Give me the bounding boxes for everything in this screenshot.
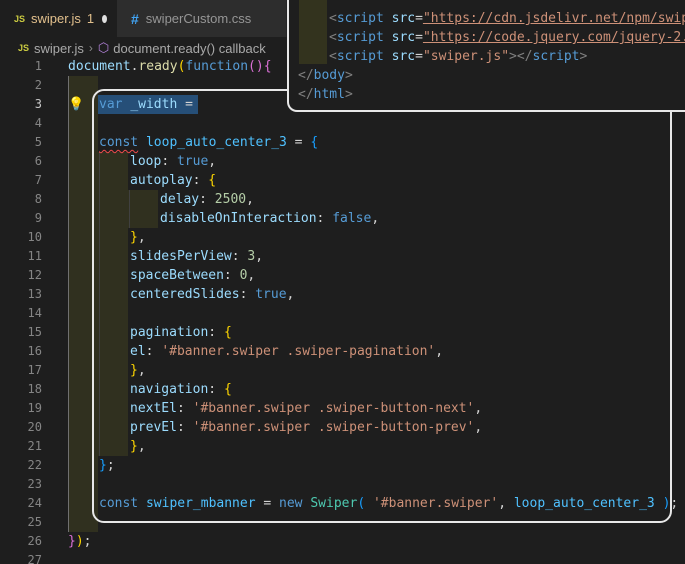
method-cube-icon: ⬡ [97, 40, 110, 55]
javascript-file-icon: JS [18, 43, 30, 53]
line-number: 20 [27, 420, 42, 434]
line-number: 26 [27, 534, 42, 548]
line-number: 1 [34, 59, 42, 73]
code-line-13: centeredSlides: true, [130, 287, 295, 302]
line-number: 15 [27, 325, 42, 339]
breadcrumb-symbol[interactable]: document.ready() callback [113, 41, 265, 56]
css-file-icon: # [131, 10, 139, 27]
chevron-right-icon: › [88, 41, 93, 55]
line-number: 19 [27, 401, 42, 415]
code-line-9: disableOnInteraction: false, [160, 211, 380, 226]
line-number: 14 [27, 306, 42, 320]
tab-swiper-custom-css[interactable]: # swiperCustom.css [117, 0, 287, 37]
code-line-17: }, [130, 363, 146, 378]
line-number: 21 [27, 439, 42, 453]
tab-swiper-js[interactable]: JS swiper.js 1 [0, 0, 117, 37]
line-number: 9 [34, 211, 42, 225]
indent-highlight [128, 190, 158, 228]
code-line-6: loop: true, [130, 154, 217, 169]
code-line-19: nextEl: '#banner.swiper .swiper-button-n… [130, 401, 483, 416]
code-line-12: spaceBetween: 0, [130, 268, 256, 283]
code-line-7: autoplay: { [130, 173, 217, 188]
lightbulb-icon[interactable]: 💡 [68, 95, 84, 114]
line-number: 23 [27, 477, 42, 491]
line-number: 4 [34, 116, 42, 130]
problem-count-badge: 1 [86, 11, 95, 26]
code-line-11: slidesPerView: 3, [130, 249, 264, 264]
line-number: 24 [27, 496, 42, 510]
code-line-1: document.ready(function(){ [68, 59, 272, 74]
code-line-21: }, [130, 439, 146, 454]
javascript-file-icon: JS [14, 13, 26, 24]
indent-guide [129, 190, 130, 228]
line-number: 7 [34, 173, 42, 187]
vscode-window: JS swiper.js 1 # swiperCustom.css JS swi… [0, 0, 685, 564]
code-line-20: prevEl: '#banner.swiper .swiper-button-p… [130, 420, 483, 435]
overlay-line-script-2: <script src="https://code.jquery.com/jqu… [329, 30, 685, 45]
line-number: 5 [34, 135, 42, 149]
tab-label: swiperCustom.css [145, 11, 252, 26]
indent-highlight [68, 76, 98, 532]
indent-highlight [299, 0, 327, 64]
unsaved-dot-icon[interactable] [102, 14, 107, 23]
line-number: 17 [27, 363, 42, 377]
line-number: 6 [34, 154, 42, 168]
html-preview-overlay: <script src="https://cdn.jsdelivr.net/np… [287, 0, 685, 112]
indent-guide [68, 76, 69, 532]
code-line-10: }, [130, 230, 146, 245]
code-line-8: delay: 2500, [160, 192, 254, 207]
line-number: 18 [27, 382, 42, 396]
indent-guide [99, 152, 100, 456]
line-number: 2 [34, 78, 42, 92]
line-number: 22 [27, 458, 42, 472]
line-number: 8 [34, 192, 42, 206]
overlay-line-body-close: </body> [298, 68, 353, 83]
line-number: 12 [27, 268, 42, 282]
code-line-22: }; [99, 458, 115, 473]
code-editor[interactable]: 💡 1 2 3 4 5 6 7 8 9 10 11 12 13 14 15 16… [0, 57, 685, 564]
overlay-line-script-3: <script src="swiper.js"></script> [329, 49, 588, 64]
overlay-line-script-1: <script src="https://cdn.jsdelivr.net/np… [329, 11, 685, 26]
tab-label: swiper.js [31, 11, 81, 26]
overlay-line-html-close: </html> [298, 87, 353, 102]
code-line-18: navigation: { [130, 382, 232, 397]
code-line-3: var _width = [99, 97, 193, 112]
line-number: 13 [27, 287, 42, 301]
code-line-5: const loop_auto_center_3 = { [99, 135, 319, 150]
code-line-15: pagination: { [130, 325, 232, 340]
code-line-24: const swiper_mbanner = new Swiper( '#ban… [99, 496, 679, 511]
line-number: 3 [34, 97, 42, 111]
indent-highlight [98, 152, 128, 456]
line-number: 27 [27, 553, 42, 564]
code-line-26: }); [68, 534, 92, 549]
line-number: 16 [27, 344, 42, 358]
code-line-16: el: '#banner.swiper .swiper-pagination', [130, 344, 444, 359]
line-number: 25 [27, 515, 42, 529]
line-number: 10 [27, 230, 42, 244]
line-number: 11 [27, 249, 42, 263]
breadcrumb-file[interactable]: swiper.js [34, 41, 84, 56]
